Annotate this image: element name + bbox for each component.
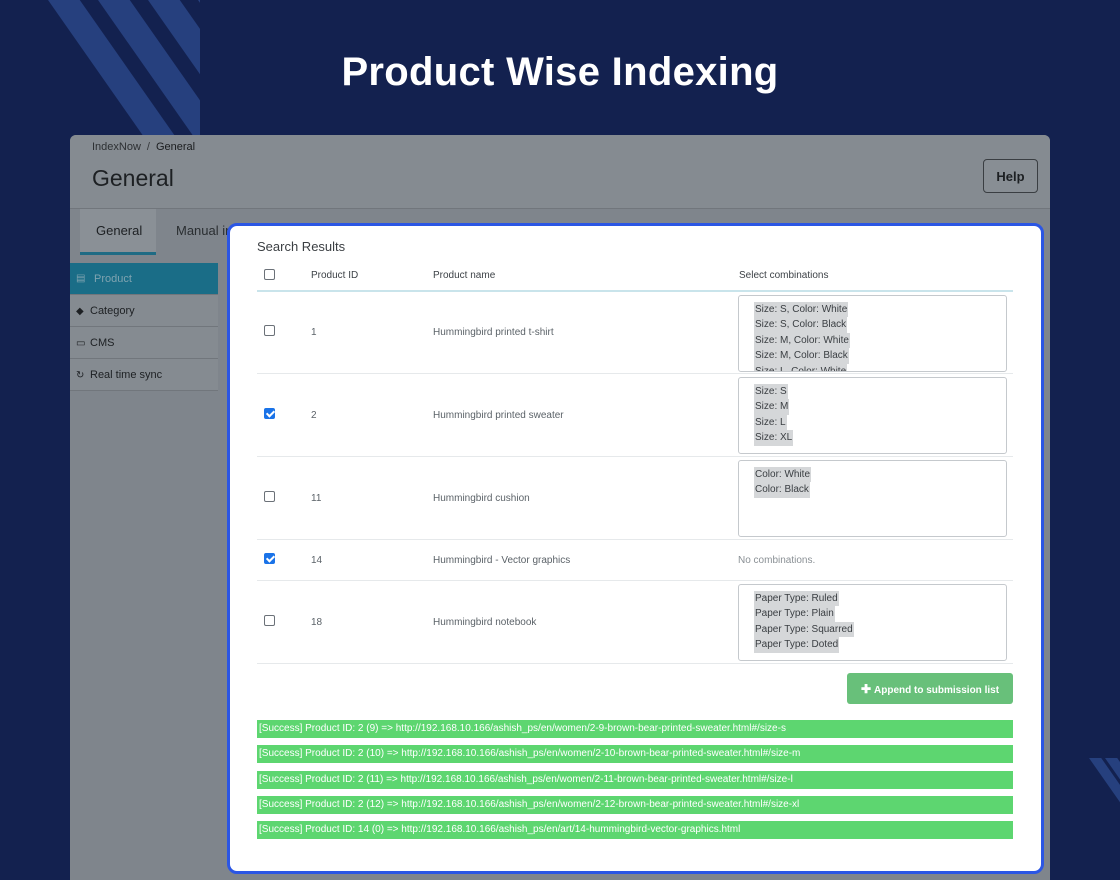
row-checkbox[interactable]: [264, 325, 275, 336]
product-id-cell: 2: [311, 410, 317, 421]
product-id-cell: 18: [311, 617, 323, 628]
breadcrumb: IndexNow / General: [92, 141, 195, 153]
sidebar-item-cms[interactable]: ▭ CMS: [70, 327, 218, 359]
combination-option[interactable]: Paper Type: Plain: [754, 606, 835, 622]
sidebar-item-label: Category: [90, 305, 135, 317]
decorative-stripes-bottom-right: [1048, 758, 1120, 828]
search-results-card: Search Results Product ID Product name S…: [227, 223, 1044, 874]
product-name-cell: Hummingbird printed t-shirt: [433, 327, 554, 338]
append-to-submission-button[interactable]: ✚ Append to submission list: [847, 673, 1013, 704]
sidebar-item-product[interactable]: ▤ Product: [70, 263, 218, 295]
row-checkbox[interactable]: [264, 615, 275, 626]
combination-option[interactable]: Size: S, Color: Black: [754, 317, 848, 333]
success-log-entry: [Success] Product ID: 2 (10) => http://1…: [257, 745, 1013, 764]
product-id-cell: 1: [311, 327, 317, 338]
sidebar-item-label: Product: [94, 273, 132, 285]
table-row: 1 Hummingbird printed t-shirt Size: S, Col…: [257, 292, 1013, 374]
combinations-select[interactable]: Size: S, Color: White Size: S, Color: Bla…: [738, 295, 1007, 372]
product-name-cell: Hummingbird notebook: [433, 617, 537, 628]
page-title: General: [92, 165, 174, 191]
select-all-checkbox[interactable]: [264, 269, 275, 280]
column-header-product-name: Product name: [433, 270, 496, 281]
combination-option[interactable]: Size: S: [754, 384, 788, 400]
help-button[interactable]: Help: [983, 159, 1038, 193]
table-body: 1 Hummingbird printed t-shirt Size: S, Col…: [257, 292, 1013, 664]
combination-option[interactable]: Paper Type: Ruled: [754, 591, 839, 607]
tab-general[interactable]: General: [80, 209, 156, 255]
row-checkbox[interactable]: [264, 553, 275, 564]
append-button-label: Append to submission list: [874, 684, 1000, 696]
success-log-entry: [Success] Product ID: 2 (12) => http://1…: [257, 795, 1013, 814]
sync-icon: ↻: [76, 370, 85, 381]
combination-option[interactable]: Size: M, Color: Black: [754, 348, 849, 364]
row-checkbox[interactable]: [264, 491, 275, 502]
results-table: Product ID Product name Select combinati…: [257, 262, 1013, 664]
sidebar-item-label: Real time sync: [90, 369, 163, 381]
search-results-title: Search Results: [257, 239, 346, 254]
plus-icon: ✚: [860, 681, 872, 696]
no-combinations-text: No combinations.: [738, 555, 816, 566]
table-row: 14 Hummingbird - Vector graphics No combin…: [257, 540, 1013, 581]
admin-header: IndexNow / General General Help: [70, 135, 1050, 209]
breadcrumb-root[interactable]: IndexNow: [92, 141, 141, 153]
breadcrumb-separator: /: [146, 141, 150, 153]
column-header-product-id: Product ID: [311, 270, 359, 281]
combination-option[interactable]: Size: XL: [754, 430, 794, 446]
tags-icon: ◆: [76, 306, 84, 317]
combination-option[interactable]: Size: M, Color: White: [754, 332, 850, 349]
breadcrumb-current: General: [155, 141, 196, 153]
combination-option[interactable]: Color: Black: [754, 482, 810, 498]
success-log-entry: [Success] Product ID: 2 (9) => http://19…: [257, 720, 1013, 738]
combination-option[interactable]: Paper Type: Squarred: [754, 621, 854, 638]
combinations-select[interactable]: Paper Type: Ruled Paper Type: Plain Paper …: [738, 584, 1007, 661]
success-log-entry: [Success] Product ID: 14 (0) => http://1…: [257, 821, 1013, 840]
combination-option[interactable]: Paper Type: Doted: [754, 637, 840, 653]
combinations-select[interactable]: Size: S Size: M Size: L Size: XL: [738, 377, 1007, 454]
product-name-cell: Hummingbird cushion: [433, 493, 530, 504]
monitor-icon: ▭: [76, 338, 86, 349]
submission-log: [Success] Product ID: 2 (9) => http://19…: [257, 720, 1013, 846]
product-id-cell: 14: [311, 555, 323, 566]
sidebar-item-label: CMS: [90, 337, 115, 349]
product-name-cell: Hummingbird printed sweater: [433, 410, 564, 421]
column-header-combinations: Select combinations: [739, 270, 829, 281]
combination-option[interactable]: Size: L, Color: White: [754, 363, 848, 371]
hero-title: Product Wise Indexing: [341, 50, 779, 94]
table-row: 2 Hummingbird printed sweater Size: S Size:…: [257, 374, 1013, 457]
sidebar: ▤ Product ◆ Category ▭ CMS ↻ Real time sync: [70, 263, 218, 391]
product-name-cell: Hummingbird - Vector graphics: [433, 555, 571, 566]
success-log-entry: [Success] Product ID: 2 (11) => http://1…: [257, 770, 1013, 789]
row-checkbox[interactable]: [264, 408, 275, 419]
sidebar-item-category[interactable]: ◆ Category: [70, 295, 218, 327]
combination-option[interactable]: Size: L: [754, 414, 787, 431]
store-icon: ▤: [76, 273, 86, 284]
combination-option[interactable]: Color: White: [754, 467, 812, 483]
table-row: 18 Hummingbird notebook Paper Type: Ruled P…: [257, 581, 1013, 664]
sidebar-item-real-time-sync[interactable]: ↻ Real time sync: [70, 359, 218, 391]
combination-option[interactable]: Size: S, Color: White: [754, 302, 849, 318]
table-header: Product ID Product name Select combinati…: [257, 262, 1013, 292]
product-id-cell: 11: [311, 493, 322, 504]
combinations-select[interactable]: Color: White Color: Black: [738, 460, 1007, 537]
combination-option[interactable]: Size: M: [754, 399, 790, 415]
table-row: 11 Hummingbird cushion Color: White Color: …: [257, 457, 1013, 540]
